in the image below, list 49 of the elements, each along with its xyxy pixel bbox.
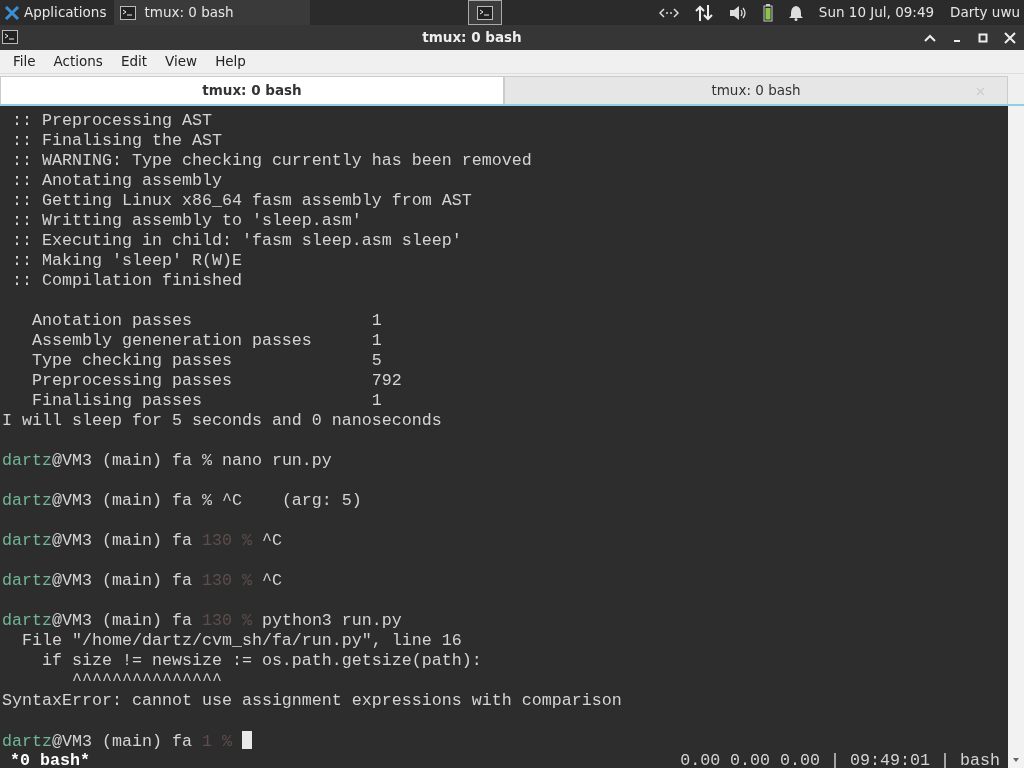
output-line: I will sleep for 5 seconds and 0 nanoseconds	[2, 411, 442, 430]
tab[interactable]: tmux: 0 bash	[0, 76, 504, 104]
window-title: tmux: 0 bash	[421, 28, 523, 48]
output-line: Type checking passes 5	[31, 351, 382, 370]
menu-item[interactable]: File	[4, 49, 45, 74]
volume-icon[interactable]	[728, 4, 747, 21]
bell-icon[interactable]	[788, 4, 803, 21]
restore-icon[interactable]	[978, 32, 988, 43]
output-line: Finalising passes 1	[31, 391, 382, 410]
status-info: 0.00 0.00 0.00 | 09:49:01 | bash	[680, 751, 1000, 768]
output-line: :: Finalising the AST	[11, 131, 222, 150]
output-line: if size != newsize := os.path.getsize(path):	[40, 651, 482, 670]
output-line: File "/home/dartz/cvm_sh/fa/run.py", line 16	[21, 631, 462, 650]
output-line: :: Executing in child: 'fasm sleep.asm sleep'	[11, 231, 462, 250]
menu-item[interactable]: Edit	[111, 49, 157, 74]
applications-menu[interactable]: Applications	[24, 2, 107, 23]
output-line: Preprocessing passes 792	[31, 371, 402, 390]
terminal-icon	[476, 5, 493, 20]
menu-item[interactable]: Actions	[44, 49, 112, 74]
terminal-icon	[120, 5, 137, 20]
output-line: :: Compilation finished	[11, 271, 242, 290]
taskbar-button[interactable]: tmux: 0 bash	[114, 0, 311, 25]
terminal-icon	[2, 29, 20, 46]
user-name[interactable]: Darty uwu	[950, 2, 1020, 23]
output-line: :: Anotating assembly	[11, 171, 222, 190]
output-line: SyntaxError: cannot use assignment expressions with comparison	[2, 691, 622, 710]
output-line: Assembly geneneration passes 1	[31, 331, 382, 350]
text-cursor	[241, 731, 252, 749]
status-window-name: *0 bash*	[9, 751, 90, 768]
network-icon[interactable]	[658, 6, 679, 19]
output-line: Anotation passes 1	[31, 311, 382, 330]
maximize-icon[interactable]	[924, 32, 936, 43]
menu-item[interactable]: Help	[206, 49, 255, 74]
output-line: ^^^^^^^^^^^^^^^	[70, 671, 222, 690]
output-line: :: Preprocessing AST	[11, 111, 212, 130]
prompt-line: dartz@VM3 (main) fa % ^C (arg: 5)	[2, 491, 362, 510]
output-line: :: WARNING: Type checking currently has been removed	[11, 151, 532, 170]
transfer-icon[interactable]	[694, 3, 713, 22]
scrollbar[interactable]	[1008, 106, 1024, 768]
tab[interactable]: tmux: 0 bash	[504, 76, 1008, 104]
output-line: :: Writting assembly to 'sleep.asm'	[11, 211, 362, 230]
workspace-button[interactable]	[467, 0, 502, 25]
xfce-mouse-icon[interactable]	[4, 4, 20, 21]
battery-icon[interactable]	[762, 3, 773, 22]
panel-clock[interactable]: Sun 10 Jul, 09:49	[818, 2, 935, 23]
output-line: :: Getting Linux x86_64 fasm assembly from AST	[11, 191, 472, 210]
menu-item[interactable]: View	[156, 49, 207, 74]
prompt-line: dartz@VM3 (main) fa % nano run.py	[2, 451, 332, 470]
output-line: :: Making 'sleep' R(W)E	[11, 251, 242, 270]
